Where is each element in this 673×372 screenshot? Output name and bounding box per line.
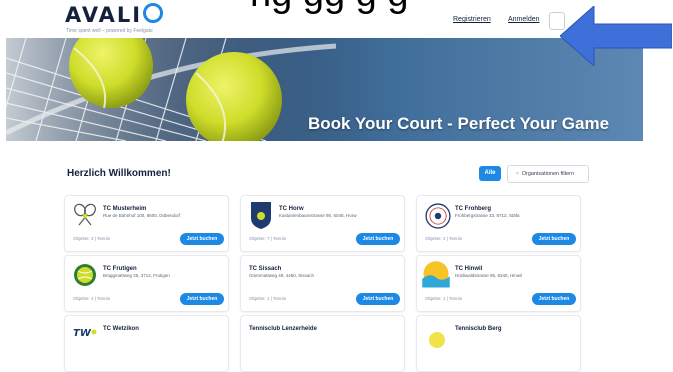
- tennis-ball-emblem-icon: [74, 264, 96, 286]
- arrow-annotation-icon: [560, 6, 672, 66]
- all-filter-button[interactable]: Alle: [479, 166, 501, 181]
- club-meta: Objekte: 1 | Tennis: [425, 296, 463, 301]
- club-address: Rue de Bahnhof 100, 8600, Dübendorf: [103, 213, 181, 218]
- book-now-button[interactable]: Jetzt buchen: [532, 293, 576, 305]
- club-card[interactable]: TC Frohberg Frohbergstrasse 33, 8712, St…: [416, 195, 581, 252]
- shield-crest-icon: [251, 202, 271, 229]
- club-address: Frohbergstrasse 33, 8712, Stäfa: [455, 213, 520, 218]
- svg-text:TW: TW: [73, 328, 92, 338]
- club-card[interactable]: Tennisclub Berg: [416, 315, 581, 372]
- club-name: TC Wetzikon: [103, 326, 139, 332]
- logo-tagline: Time spent well – powered by Feelgate: [66, 28, 153, 34]
- club-name: Tennisclub Berg: [455, 326, 502, 332]
- club-meta: Objekte: 4 | Tennis: [73, 296, 111, 301]
- filter-label: Organisationen filtern: [521, 171, 575, 177]
- club-meta: Objekte: 7 | Tennis: [249, 236, 287, 241]
- sun-wave-icon: [422, 261, 450, 288]
- hero-banner: Book Your Court - Perfect Your Game: [6, 38, 643, 141]
- club-address: Hüsliwaldstrasse 95, 8340, Hinwil: [455, 273, 523, 278]
- book-now-button[interactable]: Jetzt buchen: [532, 233, 576, 245]
- round-seal-icon: [425, 203, 451, 229]
- club-card[interactable]: TC Hinwil Hüsliwaldstrasse 95, 8340, Hin…: [416, 255, 581, 312]
- book-now-button[interactable]: Jetzt buchen: [180, 233, 224, 245]
- club-name: Tennisclub Lenzerheide: [249, 326, 317, 332]
- sun-logo-icon: [429, 332, 445, 348]
- crossed-rackets-icon: [74, 203, 96, 226]
- availio-logo[interactable]: AVALI: [65, 3, 164, 27]
- tcw-logo-icon: TW: [73, 328, 97, 338]
- club-name: TC Horw: [279, 206, 304, 212]
- login-link[interactable]: Anmelden: [508, 16, 540, 23]
- club-address: Grienmattweg 49, 4450, Sissach: [249, 273, 315, 278]
- logo-ring-icon: [143, 3, 164, 23]
- club-address: Brüggmattweg 25, 3714, Frutigen: [103, 273, 170, 278]
- club-meta: Objekte: 1 | Tennis: [249, 296, 287, 301]
- overlay-text: ng gg g g: [250, 0, 408, 16]
- club-name: TC Musterheim: [103, 206, 147, 212]
- logo-text: AVALI: [65, 3, 143, 27]
- club-address: Kastanienbaumstrasse 90, 6048, Horw: [279, 213, 357, 218]
- club-name: TC Frutigen: [103, 266, 137, 272]
- club-card[interactable]: TC Musterheim Rue de Bahnhof 100, 8600, …: [64, 195, 229, 252]
- club-card[interactable]: Tennisclub Lenzerheide: [240, 315, 405, 372]
- club-name: TC Frohberg: [455, 206, 491, 212]
- club-card[interactable]: TW TC Wetzikon: [64, 315, 229, 372]
- club-meta: Objekte: 2 | Tennis: [425, 236, 463, 241]
- club-card[interactable]: TC Sissach Grienmattweg 49, 4450, Sissac…: [240, 255, 405, 312]
- club-card[interactable]: TC Frutigen Brüggmattweg 25, 3714, Fruti…: [64, 255, 229, 312]
- register-link[interactable]: Registrieren: [453, 16, 491, 23]
- club-meta: Objekte: 3 | Tennis: [73, 236, 111, 241]
- club-name: TC Sissach: [249, 266, 282, 272]
- club-card[interactable]: TC Horw Kastanienbaumstrasse 90, 6048, H…: [240, 195, 405, 252]
- welcome-heading: Herzlich Willkommen!: [67, 168, 171, 179]
- organization-filter-button[interactable]: ▿ Organisationen filtern: [507, 165, 589, 183]
- hero-title: Book Your Court - Perfect Your Game: [308, 114, 610, 133]
- book-now-button[interactable]: Jetzt buchen: [356, 233, 400, 245]
- book-now-button[interactable]: Jetzt buchen: [356, 293, 400, 305]
- book-now-button[interactable]: Jetzt buchen: [180, 293, 224, 305]
- filter-icon: ▿: [516, 171, 519, 177]
- club-name: TC Hinwil: [455, 266, 483, 272]
